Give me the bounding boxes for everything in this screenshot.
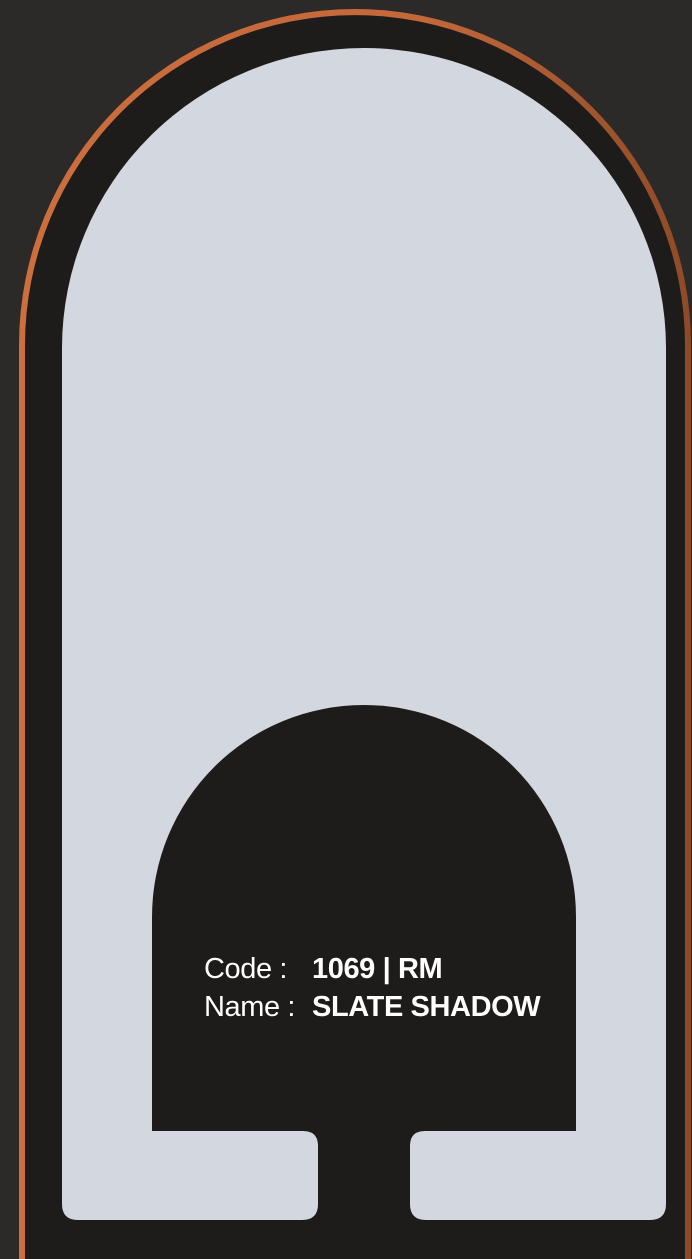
name-value: SLATE SHADOW (312, 991, 541, 1023)
name-label: Name : (204, 991, 296, 1023)
name-row: Name : SLATE SHADOW (204, 988, 541, 1026)
code-value: 1069 | RM (312, 953, 443, 985)
code-row: Code : 1069 | RM (204, 950, 540, 988)
code-label: Code : (204, 953, 288, 985)
swatch-info: Code : 1069 | RM Name : SLATE SHADOW (204, 950, 541, 1026)
swatch-card-artwork (19, 9, 691, 1259)
